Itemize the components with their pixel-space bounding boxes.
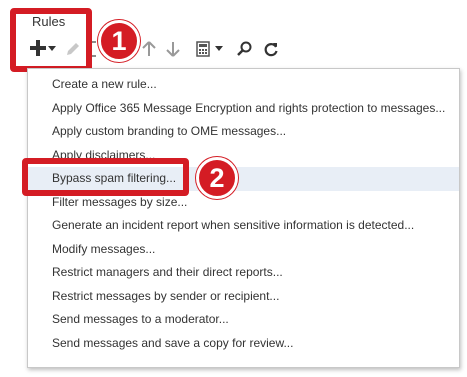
menu-item-ome-branding[interactable]: Apply custom branding to OME messages... bbox=[28, 120, 459, 144]
new-rule-dropdown-menu: Create a new rule... Apply Office 365 Me… bbox=[27, 68, 460, 368]
step-badge-1: 1 bbox=[98, 20, 140, 62]
step-badge-2: 2 bbox=[196, 157, 238, 199]
menu-item-modify-messages[interactable]: Modify messages... bbox=[28, 238, 459, 262]
calculator-icon[interactable] bbox=[194, 38, 212, 60]
menu-item-restrict-managers[interactable]: Restrict managers and their direct repor… bbox=[28, 261, 459, 285]
arrow-up-icon[interactable] bbox=[140, 38, 158, 60]
menu-item-incident-report[interactable]: Generate an incident report when sensiti… bbox=[28, 214, 459, 238]
callout-box-toolbar bbox=[10, 8, 92, 72]
chevron-down-icon[interactable] bbox=[214, 44, 224, 54]
search-icon[interactable] bbox=[234, 38, 254, 60]
menu-item-save-copy[interactable]: Send messages and save a copy for review… bbox=[28, 332, 459, 356]
callout-box-bypass-spam bbox=[22, 158, 189, 196]
menu-item-restrict-sender[interactable]: Restrict messages by sender or recipient… bbox=[28, 285, 459, 309]
menu-item-moderator[interactable]: Send messages to a moderator... bbox=[28, 308, 459, 332]
menu-item-create-rule[interactable]: Create a new rule... bbox=[28, 73, 459, 97]
refresh-icon[interactable] bbox=[260, 38, 282, 60]
arrow-down-icon[interactable] bbox=[164, 38, 182, 60]
menu-item-ome-encryption[interactable]: Apply Office 365 Message Encryption and … bbox=[28, 97, 459, 121]
